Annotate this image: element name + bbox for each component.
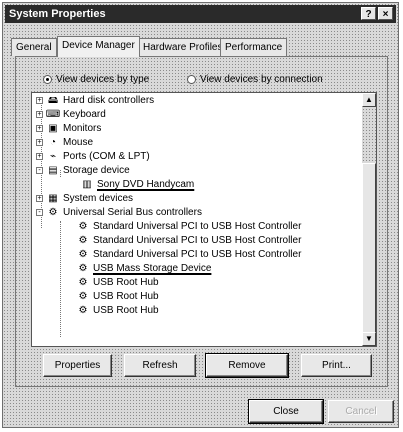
expand-icon[interactable]: + [36,153,43,160]
view-by-connection-radio[interactable]: View devices by connection [187,74,323,85]
tree-item-usb-host-controller-3[interactable]: ⚙ Standard Universal PCI to USB Host Con… [76,248,302,261]
tree-item-usb-mass-storage[interactable]: ⚙ USB Mass Storage Device [76,262,212,275]
tab-performance[interactable]: Performance [220,38,288,56]
tree-item-usb-host-controller-1[interactable]: ⚙ Standard Universal PCI to USB Host Con… [76,220,302,233]
close-button[interactable]: Close [248,399,324,424]
mouse-icon: ◔ [49,137,57,148]
vertical-scrollbar[interactable]: ▲ ▼ [362,93,376,346]
tree-item-usb-host-controller-2[interactable]: ⚙ Standard Universal PCI to USB Host Con… [76,234,302,247]
tab-hardware-profiles[interactable]: Hardware Profiles [138,38,228,56]
storage-device-icon: ▤ [48,165,58,176]
print-button[interactable]: Print... [301,354,372,377]
properties-button[interactable]: Properties [43,354,112,377]
refresh-button[interactable]: Refresh [124,354,196,377]
usb-icon: ⚙ [78,305,88,316]
expand-icon[interactable]: + [36,195,43,202]
tab-general[interactable]: General [11,38,57,56]
remove-button[interactable]: Remove [205,353,289,378]
collapse-icon[interactable]: - [36,167,43,174]
expand-icon[interactable]: + [36,97,43,104]
system-properties-window: System Properties ? × General Device Man… [2,2,399,428]
usb-icon: ⚙ [48,207,58,218]
help-button[interactable]: ? [361,7,376,20]
scroll-down-arrow-icon[interactable]: ▼ [362,332,376,346]
tree-item-usb-root-hub-2[interactable]: ⚙ USB Root Hub [76,290,159,303]
expand-icon[interactable]: + [36,139,43,146]
tree-item-usb-controllers[interactable]: - ⚙ Universal Serial Bus controllers [36,206,202,219]
tree-item-hard-disk-controllers[interactable]: + 🖴 Hard disk controllers [36,94,154,107]
usb-icon: ⚙ [78,249,88,260]
title-bar[interactable]: System Properties ? × [5,5,396,23]
tree-item-system-devices[interactable]: + ▦ System devices [36,192,133,205]
camcorder-icon: ▥ [82,179,92,190]
system-devices-icon: ▦ [48,193,58,204]
tree-item-ports[interactable]: + ⌁ Ports (COM & LPT) [36,150,150,163]
radio-selected-icon [43,75,52,84]
tree-item-sony-dvd-handycam[interactable]: ▥ Sony DVD Handycam [80,178,194,191]
close-window-button[interactable]: × [378,7,393,20]
port-icon: ⌁ [49,151,57,162]
scroll-up-arrow-icon[interactable]: ▲ [362,93,376,107]
collapse-icon[interactable]: - [36,209,43,216]
tree-item-mouse[interactable]: + ◔ Mouse [36,136,93,149]
scrollbar-thumb[interactable] [362,163,376,333]
expand-icon[interactable]: + [36,111,43,118]
keyboard-icon: ⌨ [45,109,61,120]
tree-item-monitors[interactable]: + ▣ Monitors [36,122,101,135]
hard-disk-controller-icon: 🖴 [47,95,59,106]
device-tree[interactable]: + 🖴 Hard disk controllers + ⌨ Keyboard +… [31,92,377,347]
monitor-icon: ▣ [48,123,58,134]
cancel-button[interactable]: Cancel [328,400,394,423]
tree-item-storage-device[interactable]: - ▤ Storage device [36,164,130,177]
view-by-connection-label: View devices by connection [200,74,323,85]
expand-icon[interactable]: + [36,125,43,132]
usb-icon: ⚙ [78,291,88,302]
tree-connector [60,221,61,337]
usb-icon: ⚙ [78,263,88,274]
radio-unselected-icon [187,75,196,84]
usb-icon: ⚙ [78,277,88,288]
tree-item-keyboard[interactable]: + ⌨ Keyboard [36,108,106,121]
tree-item-usb-root-hub-3[interactable]: ⚙ USB Root Hub [76,304,159,317]
usb-icon: ⚙ [78,221,88,232]
window-title: System Properties [9,8,106,20]
view-by-type-radio[interactable]: View devices by type [43,74,149,85]
tab-device-manager[interactable]: Device Manager [57,36,140,57]
view-by-type-label: View devices by type [56,74,150,85]
tree-item-usb-root-hub-1[interactable]: ⚙ USB Root Hub [76,276,159,289]
usb-icon: ⚙ [78,235,88,246]
